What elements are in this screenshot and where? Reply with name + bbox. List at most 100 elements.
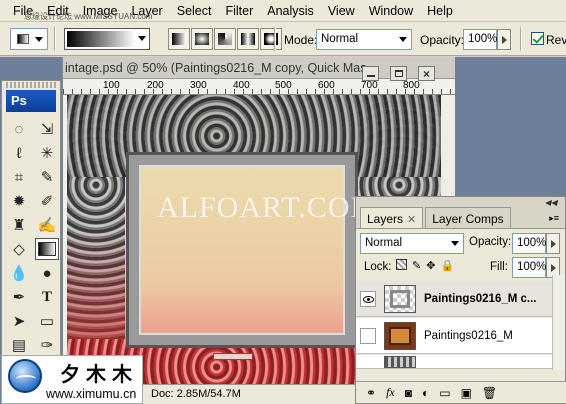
tab-layers-label: Layers (367, 212, 404, 226)
ruler-label: 600 (318, 80, 335, 91)
lock-transparency-icon[interactable] (396, 259, 407, 270)
healing-brush-tool-icon[interactable]: ✹ (7, 190, 31, 212)
visibility-toggle[interactable] (360, 291, 376, 307)
layer-opacity-label: Opacity: (469, 236, 512, 248)
clone-stamp-tool-icon[interactable]: ♜ (7, 214, 31, 236)
gradient-type-buttons (168, 28, 283, 50)
gradient-picker[interactable] (64, 28, 150, 50)
maximize-button[interactable] (390, 66, 407, 81)
opacity-slider-button[interactable] (497, 29, 511, 50)
path-selection-tool-icon[interactable]: ➤ (7, 310, 31, 332)
frame-nameplate (213, 353, 253, 360)
reverse-checkbox[interactable] (531, 32, 544, 45)
eraser-tool-icon[interactable]: ◇ (7, 238, 31, 260)
layer-row[interactable]: Paintings0216_M (356, 318, 554, 354)
menu-help[interactable]: Help (420, 4, 460, 18)
layer-row[interactable]: Paintings0216_M c... (356, 281, 554, 317)
reflected-gradient-button[interactable] (237, 28, 259, 50)
menu-select[interactable]: Select (170, 4, 219, 18)
layer-style-icon[interactable]: fx (386, 385, 395, 400)
toolbox-grip[interactable] (6, 82, 56, 88)
doc-size-status: Doc: 2.85M/54.7M (151, 388, 241, 400)
chevron-down-icon (35, 37, 43, 42)
collapse-icon[interactable]: ◀◀ (545, 198, 557, 207)
panel-menu-icon[interactable]: ▸≡ (549, 213, 559, 224)
chevron-down-icon (399, 37, 407, 42)
opacity-input[interactable]: 100% (463, 29, 497, 50)
chevron-down-icon (138, 36, 146, 41)
delete-layer-icon[interactable]: 🗑 (482, 386, 497, 400)
radial-gradient-button[interactable] (191, 28, 213, 50)
blend-mode-select[interactable]: Normal (360, 233, 464, 254)
tab-layer-comps[interactable]: Layer Comps (425, 207, 511, 228)
layer-thumbnail (384, 356, 416, 368)
layer-opacity-value: 100% (517, 237, 547, 249)
menu-window[interactable]: Window (362, 4, 420, 18)
adjustment-layer-icon[interactable]: ◐ (422, 386, 429, 400)
menu-view[interactable]: View (321, 4, 362, 18)
new-group-icon[interactable]: ▭ (439, 386, 450, 400)
move-tool-icon[interactable]: ⇲ (35, 118, 59, 140)
shape-tool-icon[interactable]: ▭ (35, 310, 59, 332)
close-icon[interactable]: ✕ (407, 214, 416, 226)
reverse-label: Reve (546, 33, 566, 47)
minimize-button[interactable] (362, 66, 379, 81)
horizontal-ruler: 100 200 300 400 500 600 700 800 (63, 79, 455, 95)
opacity-label: Opacity: (420, 33, 465, 47)
ruler-label: 800 (403, 80, 420, 91)
layer-thumbnail (384, 285, 416, 313)
notes-tool-icon[interactable]: ▤ (7, 334, 31, 356)
layers-footer: ⚭ fx ◙ ◐ ▭ ▣ 🗑 (356, 381, 566, 403)
panel-grip[interactable]: ◀◀ (356, 197, 565, 207)
ruler-label: 100 (103, 80, 120, 91)
linear-gradient-button[interactable] (168, 28, 190, 50)
tab-layer-comps-label: Layer Comps (432, 212, 504, 226)
angle-gradient-button[interactable] (214, 28, 236, 50)
new-layer-icon[interactable]: ▣ (461, 386, 472, 400)
lasso-tool-icon[interactable]: ℓ (7, 142, 31, 164)
layers-scrollbar[interactable] (552, 275, 565, 370)
layer-row[interactable] (356, 355, 554, 369)
lock-position-icon[interactable]: ✥ (426, 259, 435, 272)
menu-analysis[interactable]: Analysis (260, 4, 321, 18)
layer-mask-icon[interactable]: ◙ (405, 386, 412, 400)
lock-paint-icon[interactable]: ✎ (412, 259, 421, 272)
blend-mode-value: Normal (365, 237, 403, 249)
pen-tool-icon[interactable]: ✒ (7, 286, 31, 308)
layer-opacity-button[interactable] (546, 233, 560, 254)
opacity-value: 100% (468, 33, 498, 45)
logo-emblem-icon (8, 359, 42, 393)
magic-wand-tool-icon[interactable]: ✳ (35, 142, 59, 164)
layer-opacity-input[interactable]: 100% (512, 233, 546, 254)
tool-preset-picker[interactable] (10, 28, 48, 50)
eyedropper-tool-icon[interactable]: ✑ (35, 334, 59, 356)
menu-filter[interactable]: Filter (218, 4, 260, 18)
fill-input[interactable]: 100% (512, 257, 546, 278)
gradient-tool-icon[interactable] (35, 238, 59, 260)
brush-tool-icon[interactable]: ✐ (35, 190, 59, 212)
ruler-label: 300 (190, 80, 207, 91)
diamond-gradient-button[interactable] (260, 28, 282, 50)
layers-panel: ◀◀ Layers ✕ Layer Comps ▸≡ Normal Opacity… (355, 196, 566, 404)
close-button[interactable]: × (418, 66, 435, 81)
history-brush-tool-icon[interactable]: ✍ (35, 214, 59, 236)
ruler-label: 400 (233, 80, 250, 91)
mode-value: Normal (321, 33, 359, 45)
fill-label: Fill: (490, 261, 508, 273)
link-layers-icon[interactable]: ⚭ (366, 386, 376, 400)
chevron-down-icon (451, 241, 459, 246)
crop-tool-icon[interactable]: ⌗ (7, 166, 31, 188)
photoshop-logo[interactable]: Ps (6, 90, 56, 112)
blur-tool-icon[interactable]: 💧 (7, 262, 31, 284)
lock-buttons: ✎ ✥ 🔒 (396, 259, 454, 272)
ruler-label: 200 (147, 80, 164, 91)
mode-select[interactable]: Normal (316, 29, 412, 50)
tab-layers[interactable]: Layers ✕ (360, 207, 424, 228)
type-tool-icon[interactable]: T (35, 286, 59, 308)
slice-tool-icon[interactable]: ✎ (35, 166, 59, 188)
layer-thumbnail (384, 322, 416, 350)
dodge-tool-icon[interactable]: ● (35, 262, 59, 284)
lock-all-icon[interactable]: 🔒 (440, 259, 454, 272)
visibility-toggle[interactable] (360, 328, 376, 344)
marquee-tool-icon[interactable]: ◌ (7, 118, 31, 140)
